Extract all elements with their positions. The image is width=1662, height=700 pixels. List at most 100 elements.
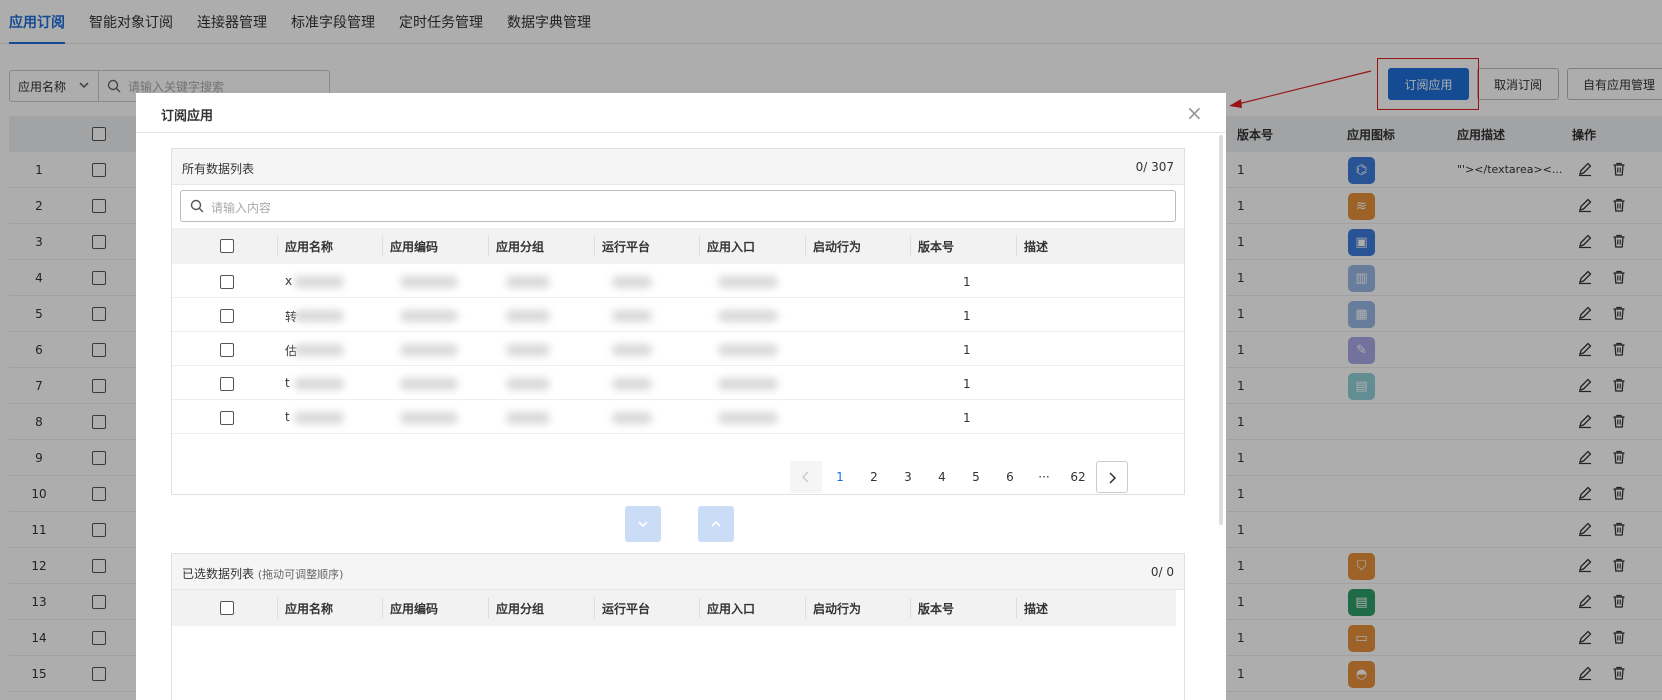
row-app-name: t (285, 376, 290, 390)
all-data-search-placeholder: 请输入内容 (211, 201, 272, 215)
column-divider[interactable] (699, 598, 700, 618)
all-column-0: 应用名称 (285, 240, 334, 254)
all-data-search-input[interactable]: 请输入内容 (180, 190, 1176, 222)
blurred-cell (400, 412, 458, 424)
list-item[interactable]: t1 (172, 400, 1184, 434)
column-divider[interactable] (488, 598, 489, 618)
selected-data-select-all-checkbox[interactable] (220, 601, 234, 615)
column-divider[interactable] (277, 236, 278, 256)
blurred-cell (718, 310, 778, 322)
column-divider[interactable] (382, 236, 383, 256)
row-app-name: x (285, 274, 293, 288)
selected-column-6: 版本号 (918, 602, 955, 616)
search-icon (190, 199, 204, 213)
page-number[interactable]: 2 (858, 461, 890, 493)
dialog-header: 订阅应用 × (136, 93, 1226, 133)
all-column-6: 版本号 (918, 240, 955, 254)
all-column-4: 应用入口 (707, 240, 756, 254)
page-number[interactable]: 3 (892, 461, 924, 493)
prev-page-button[interactable] (790, 461, 822, 493)
all-data-grid-header: 应用名称 应用编码 应用分组 运行平台 应用入口 启动行为 版本号 描述 (172, 228, 1184, 264)
selected-column-1: 应用编码 (390, 602, 439, 616)
blurred-cell (612, 412, 652, 424)
column-divider[interactable] (1016, 236, 1017, 256)
selected-column-3: 运行平台 (602, 602, 651, 616)
column-divider[interactable] (910, 598, 911, 618)
page-number[interactable]: 62 (1062, 461, 1094, 493)
row-checkbox[interactable] (220, 343, 234, 357)
blurred-cell (506, 412, 550, 424)
selected-column-2: 应用分组 (496, 602, 545, 616)
blurred-cell (294, 378, 344, 390)
selected-list-hint: (拖动可调整顺序) (257, 568, 344, 581)
blurred-cell (612, 276, 652, 288)
selected-data-grid-header: 应用名称 应用编码 应用分组 运行平台 应用入口 启动行为 版本号 描述 (172, 590, 1176, 626)
row-version: 1 (963, 411, 971, 425)
chevron-up-icon (711, 520, 721, 527)
column-divider[interactable] (699, 236, 700, 256)
column-divider[interactable] (277, 598, 278, 618)
blurred-cell (506, 344, 550, 356)
selected-data-list-header: 已选数据列表 (拖动可调整顺序) 0/ 0 (172, 554, 1184, 590)
move-up-button[interactable] (698, 506, 734, 542)
blurred-cell (294, 412, 344, 424)
list-item[interactable]: t1 (172, 366, 1184, 400)
blurred-cell (718, 378, 778, 390)
list-item[interactable]: x1 (172, 264, 1184, 298)
row-app-name: t (285, 410, 290, 424)
list-item[interactable]: 转1 (172, 298, 1184, 332)
row-checkbox[interactable] (220, 275, 234, 289)
selected-list-title-text: 已选数据列表 (182, 567, 255, 581)
selected-column-4: 应用入口 (707, 602, 756, 616)
all-data-list-header: 所有数据列表 0/ 307 (172, 149, 1184, 185)
row-version: 1 (963, 377, 971, 391)
all-data-select-all-checkbox[interactable] (220, 239, 234, 253)
blurred-cell (294, 276, 344, 288)
row-version: 1 (963, 275, 971, 289)
blurred-cell (612, 344, 652, 356)
column-divider[interactable] (805, 236, 806, 256)
column-divider[interactable] (594, 236, 595, 256)
next-page-button[interactable] (1096, 461, 1128, 493)
blurred-cell (506, 378, 550, 390)
page-number[interactable]: 4 (926, 461, 958, 493)
selected-column-7: 描述 (1024, 602, 1049, 616)
all-column-1: 应用编码 (390, 240, 439, 254)
pagination-ellipsis[interactable]: ··· (1028, 461, 1060, 493)
blurred-cell (612, 310, 652, 322)
blurred-cell (612, 378, 652, 390)
column-divider[interactable] (910, 236, 911, 256)
blurred-cell (506, 310, 550, 322)
blurred-cell (400, 310, 458, 322)
all-column-5: 启动行为 (813, 240, 862, 254)
chevron-down-icon (638, 521, 648, 528)
row-version: 1 (963, 343, 971, 357)
dialog-title: 订阅应用 (161, 109, 214, 124)
selected-data-list-panel: 已选数据列表 (拖动可调整顺序) 0/ 0 应用名称 应用编码 应用分组 运行平台 应用… (171, 553, 1185, 700)
page-number[interactable]: 1 (824, 461, 856, 493)
blurred-cell (400, 378, 458, 390)
page-number[interactable]: 6 (994, 461, 1026, 493)
blurred-cell (718, 276, 778, 288)
column-divider[interactable] (594, 598, 595, 618)
move-down-button[interactable] (625, 506, 661, 542)
row-version: 1 (963, 309, 971, 323)
row-checkbox[interactable] (220, 411, 234, 425)
close-icon[interactable]: × (1186, 103, 1203, 123)
column-divider[interactable] (488, 236, 489, 256)
blurred-cell (400, 276, 458, 288)
row-checkbox[interactable] (220, 377, 234, 391)
column-divider[interactable] (1016, 598, 1017, 618)
all-column-7: 描述 (1024, 240, 1049, 254)
subscribe-app-dialog: 订阅应用 × 所有数据列表 0/ 307 请输入内容 应用名称 应用编码 应用分组运… (136, 93, 1226, 700)
list-item[interactable]: 估1 (172, 332, 1184, 366)
dialog-scrollbar[interactable] (1219, 135, 1223, 525)
row-checkbox[interactable] (220, 309, 234, 323)
page-number[interactable]: 5 (960, 461, 992, 493)
selected-column-0: 应用名称 (285, 602, 334, 616)
column-divider[interactable] (382, 598, 383, 618)
column-divider[interactable] (805, 598, 806, 618)
blurred-cell (294, 310, 344, 322)
selected-data-list-title: 已选数据列表 (拖动可调整顺序) (182, 565, 343, 582)
all-data-list-count: 0/ 307 (1135, 160, 1174, 174)
